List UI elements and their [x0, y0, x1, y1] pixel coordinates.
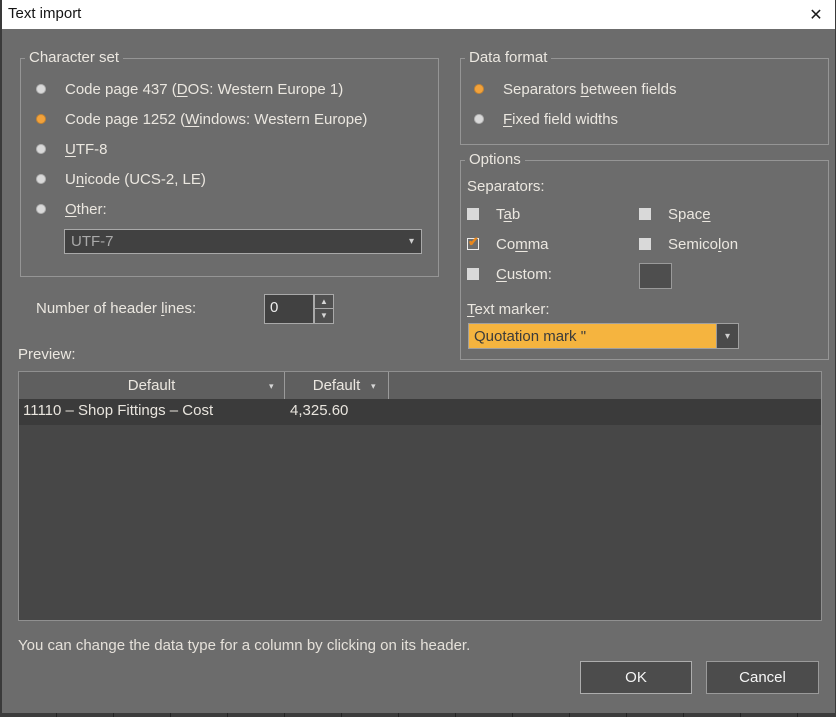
text-marker-dropdown[interactable]: Quotation mark " ▾ [468, 323, 739, 349]
ok-button[interactable]: OK [580, 661, 692, 694]
radio-separators-between-fields[interactable]: Separators between fields [474, 79, 676, 99]
column-header-1[interactable]: Default ▾ [19, 372, 284, 399]
check-icon: ✔ [468, 235, 479, 248]
radio-codepage-1252[interactable]: Code page 1252 (Windows: Western Europe) [36, 109, 367, 129]
header-lines-stepper: 0 ▲ ▼ [264, 294, 334, 324]
background-grid-strip [0, 713, 836, 717]
preview-label: Preview: [18, 346, 76, 363]
titlebar: Text import ✕ [2, 0, 835, 29]
chevron-down-icon: ▾ [371, 381, 376, 392]
preview-table: Default ▾ Default ▾ 11110 – Shop Fitting… [18, 371, 822, 621]
table-row: 11110 – Shop Fittings – Cost 4,325.60 [19, 399, 821, 425]
text-marker-value: Quotation mark " [469, 324, 716, 348]
checkbox-label: Semicolon [668, 236, 738, 253]
cell-account: 11110 – Shop Fittings – Cost [23, 402, 213, 419]
checkbox-icon: ✔ [639, 208, 651, 220]
radio-utf8[interactable]: UTF-8 [36, 139, 108, 159]
column-type-value: Default [313, 377, 361, 394]
cancel-button[interactable]: Cancel [706, 661, 819, 694]
custom-separator-input[interactable] [639, 263, 672, 289]
column-divider [388, 372, 389, 399]
checkbox-tab[interactable]: ✔ Tab [467, 204, 520, 224]
radio-icon [474, 84, 484, 94]
header-lines-label: Number of header lines: [36, 300, 196, 317]
radio-label: UTF-8 [65, 141, 108, 158]
radio-icon [36, 144, 46, 154]
radio-icon [36, 204, 46, 214]
chevron-down-icon: ▾ [269, 381, 274, 392]
cell-amount: 4,325.60 [290, 402, 348, 419]
hint-text: You can change the data type for a colum… [18, 637, 470, 654]
chevron-down-icon: ▾ [409, 236, 421, 247]
data-format-group: Data format [460, 58, 829, 145]
up-arrow-icon: ▲ [320, 298, 328, 306]
checkbox-icon: ✔ [639, 238, 651, 250]
radio-label: Unicode (UCS-2, LE) [65, 171, 206, 188]
radio-fixed-field-widths[interactable]: Fixed field widths [474, 109, 618, 129]
checkbox-custom[interactable]: ✔ Custom: [467, 264, 552, 284]
checkbox-comma[interactable]: ✔ Comma [467, 234, 549, 254]
radio-label: Separators between fields [503, 81, 676, 98]
separators-label: Separators: [467, 178, 545, 195]
checkbox-icon: ✔ [467, 238, 479, 250]
stepper-down-button[interactable]: ▼ [314, 309, 334, 324]
radio-label: Code page 1252 (Windows: Western Europe) [65, 111, 367, 128]
options-legend: Options [465, 151, 525, 168]
radio-label: Fixed field widths [503, 111, 618, 128]
close-icon: ✕ [809, 5, 822, 25]
radio-unicode-ucs2[interactable]: Unicode (UCS-2, LE) [36, 169, 206, 189]
radio-codepage-437[interactable]: Code page 437 (DOS: Western Europe 1) [36, 79, 343, 99]
checkbox-label: Space [668, 206, 711, 223]
column-header-2[interactable]: Default ▾ [285, 372, 388, 399]
down-arrow-icon: ▼ [320, 312, 328, 320]
other-encoding-value: UTF-7 [65, 233, 409, 250]
window-title: Text import [8, 5, 81, 22]
radio-icon [36, 84, 46, 94]
radio-other[interactable]: Other: [36, 199, 107, 219]
dropdown-arrow-button[interactable]: ▾ [716, 324, 738, 348]
close-button[interactable]: ✕ [803, 2, 829, 27]
radio-icon [36, 174, 46, 184]
checkbox-space[interactable]: ✔ Space [639, 204, 711, 224]
data-format-legend: Data format [465, 49, 551, 66]
checkbox-label: Tab [496, 206, 520, 223]
checkbox-semicolon[interactable]: ✔ Semicolon [639, 234, 738, 254]
checkbox-label: Comma [496, 236, 549, 253]
stepper-up-button[interactable]: ▲ [314, 294, 334, 309]
chevron-down-icon: ▾ [725, 331, 730, 342]
checkbox-icon: ✔ [467, 208, 479, 220]
radio-label: Code page 437 (DOS: Western Europe 1) [65, 81, 343, 98]
radio-icon [474, 114, 484, 124]
radio-label: Other: [65, 201, 107, 218]
radio-icon [36, 114, 46, 124]
header-lines-input[interactable]: 0 [264, 294, 314, 324]
character-set-legend: Character set [25, 49, 123, 66]
preview-header-row: Default ▾ Default ▾ [19, 372, 821, 399]
text-import-dialog: Text import ✕ Character set Code page 43… [0, 0, 836, 717]
text-marker-label: Text marker: [467, 301, 550, 318]
column-type-value: Default [128, 377, 176, 394]
other-encoding-dropdown[interactable]: UTF-7 ▾ [64, 229, 422, 254]
checkbox-icon: ✔ [467, 268, 479, 280]
checkbox-label: Custom: [496, 266, 552, 283]
